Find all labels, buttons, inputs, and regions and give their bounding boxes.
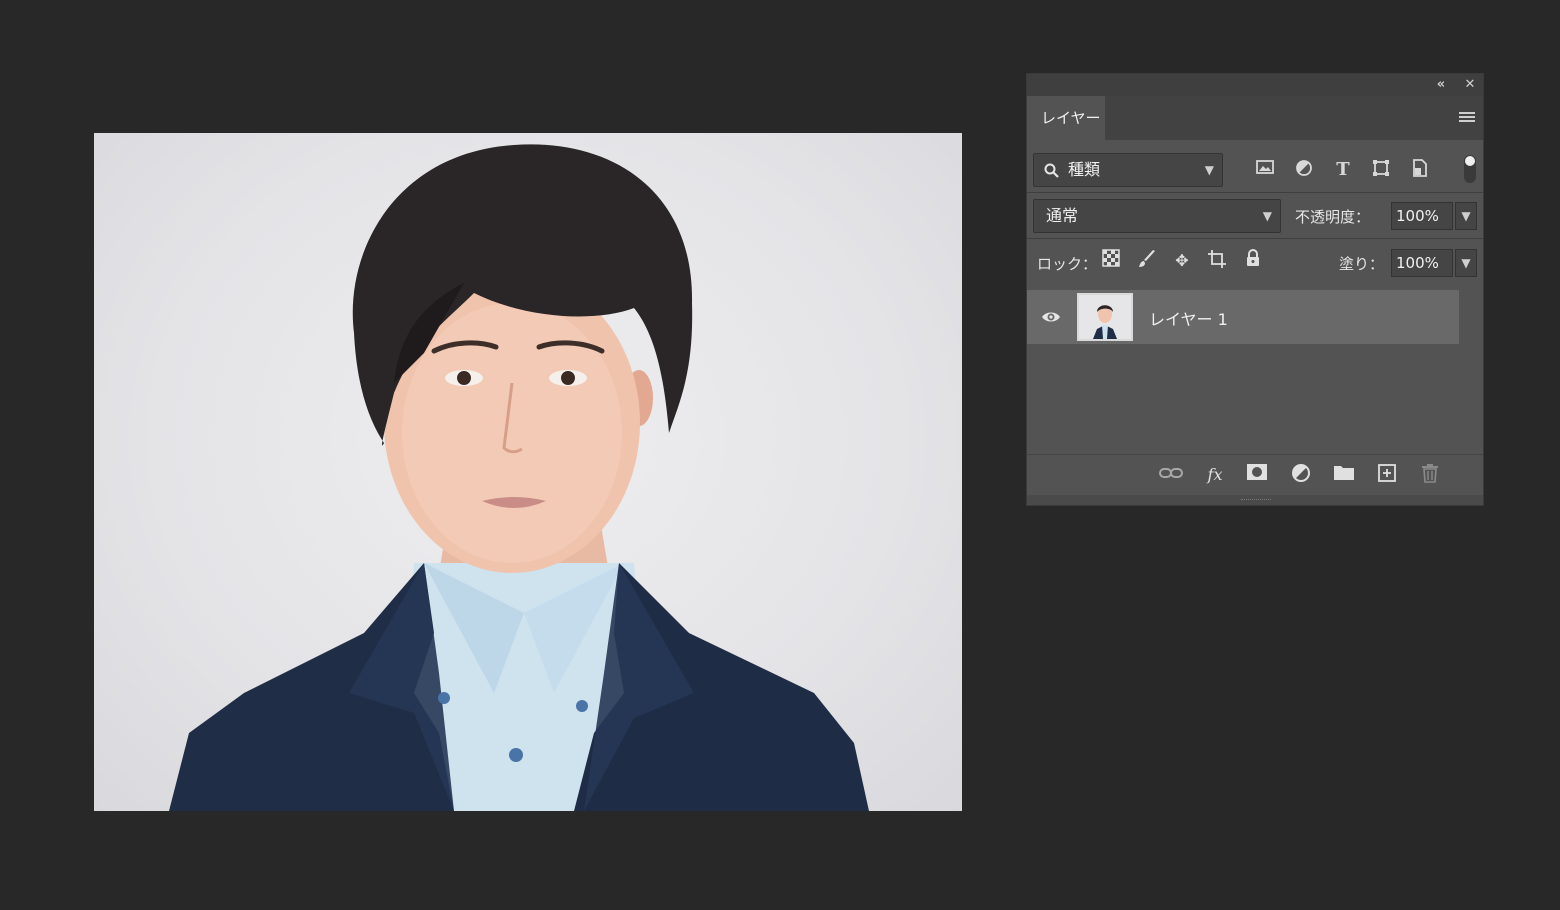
fill-input[interactable]: 100% <box>1391 249 1453 277</box>
shape-filter-icon[interactable] <box>1370 159 1392 181</box>
layer-item[interactable]: レイヤー 1 <box>1027 290 1459 344</box>
layer-thumbnail <box>1077 293 1133 341</box>
filter-kind-label: 種類 <box>1068 160 1101 179</box>
hamburger-menu-icon[interactable] <box>1459 112 1475 124</box>
filter-row: 種類 ▼ T <box>1027 153 1483 187</box>
chevron-down-icon: ▼ <box>1262 209 1272 223</box>
delete-layer-icon[interactable] <box>1418 463 1442 487</box>
blend-mode-label: 通常 <box>1046 206 1079 225</box>
lock-transparent-pixels-icon[interactable] <box>1099 249 1123 273</box>
document-canvas[interactable] <box>94 133 962 811</box>
blend-row: 通常 ▼ 不透明度： 100% ▼ <box>1027 199 1483 233</box>
opacity-dropdown-button[interactable]: ▼ <box>1455 202 1477 230</box>
image-filter-icon[interactable] <box>1254 159 1276 181</box>
adjustment-filter-icon[interactable] <box>1293 159 1315 181</box>
search-icon <box>1044 163 1059 178</box>
lock-artboard-icon[interactable] <box>1205 249 1229 273</box>
type-filter-icon[interactable]: T <box>1332 159 1354 181</box>
lock-all-icon[interactable] <box>1241 249 1265 273</box>
panel-footer: fx <box>1027 454 1483 495</box>
opacity-label: 不透明度： <box>1295 208 1371 226</box>
opacity-input[interactable]: 100% <box>1391 202 1453 230</box>
add-mask-icon[interactable] <box>1245 463 1269 487</box>
panel-tab-row: レイヤー <box>1027 96 1483 140</box>
lock-position-icon[interactable]: ✥ <box>1170 249 1194 273</box>
panel-resize-handle[interactable] <box>1027 495 1483 505</box>
chevron-down-icon: ▼ <box>1204 163 1214 177</box>
smart-object-filter-icon[interactable] <box>1409 159 1431 181</box>
portrait-photo <box>169 144 869 811</box>
fill-dropdown-button[interactable]: ▼ <box>1455 249 1477 277</box>
layer-name[interactable]: レイヤー 1 <box>1149 306 1228 330</box>
lock-image-pixels-icon[interactable] <box>1135 249 1159 273</box>
layers-scrollbar[interactable] <box>1459 290 1483 454</box>
fill-label: 塗り： <box>1339 255 1385 273</box>
double-chevron-left-icon[interactable]: « <box>1432 76 1450 94</box>
blend-mode-select[interactable]: 通常 ▼ <box>1033 199 1281 233</box>
close-icon[interactable]: ✕ <box>1461 76 1479 94</box>
link-layers-icon[interactable] <box>1159 463 1183 487</box>
filter-kind-select[interactable]: 種類 ▼ <box>1033 153 1223 187</box>
new-group-icon[interactable] <box>1332 463 1356 487</box>
lock-row: ロック： ✥ 塗り： 100% ▼ <box>1027 249 1483 277</box>
new-layer-icon[interactable] <box>1375 463 1399 487</box>
fx-icon[interactable]: fx <box>1203 463 1227 487</box>
lock-label: ロック： <box>1037 255 1098 273</box>
layers-panel: « ✕ レイヤー 種類 ▼ T 通常 ▼ 不透明度： 100% ▼ ロック： ✥… <box>1026 73 1484 506</box>
filter-toggle-switch[interactable] <box>1464 155 1476 183</box>
tab-layers[interactable]: レイヤー <box>1027 96 1105 140</box>
panel-titlebar: « ✕ <box>1027 74 1483 96</box>
new-adjustment-layer-icon[interactable] <box>1289 463 1313 487</box>
eye-icon[interactable] <box>1041 307 1061 327</box>
